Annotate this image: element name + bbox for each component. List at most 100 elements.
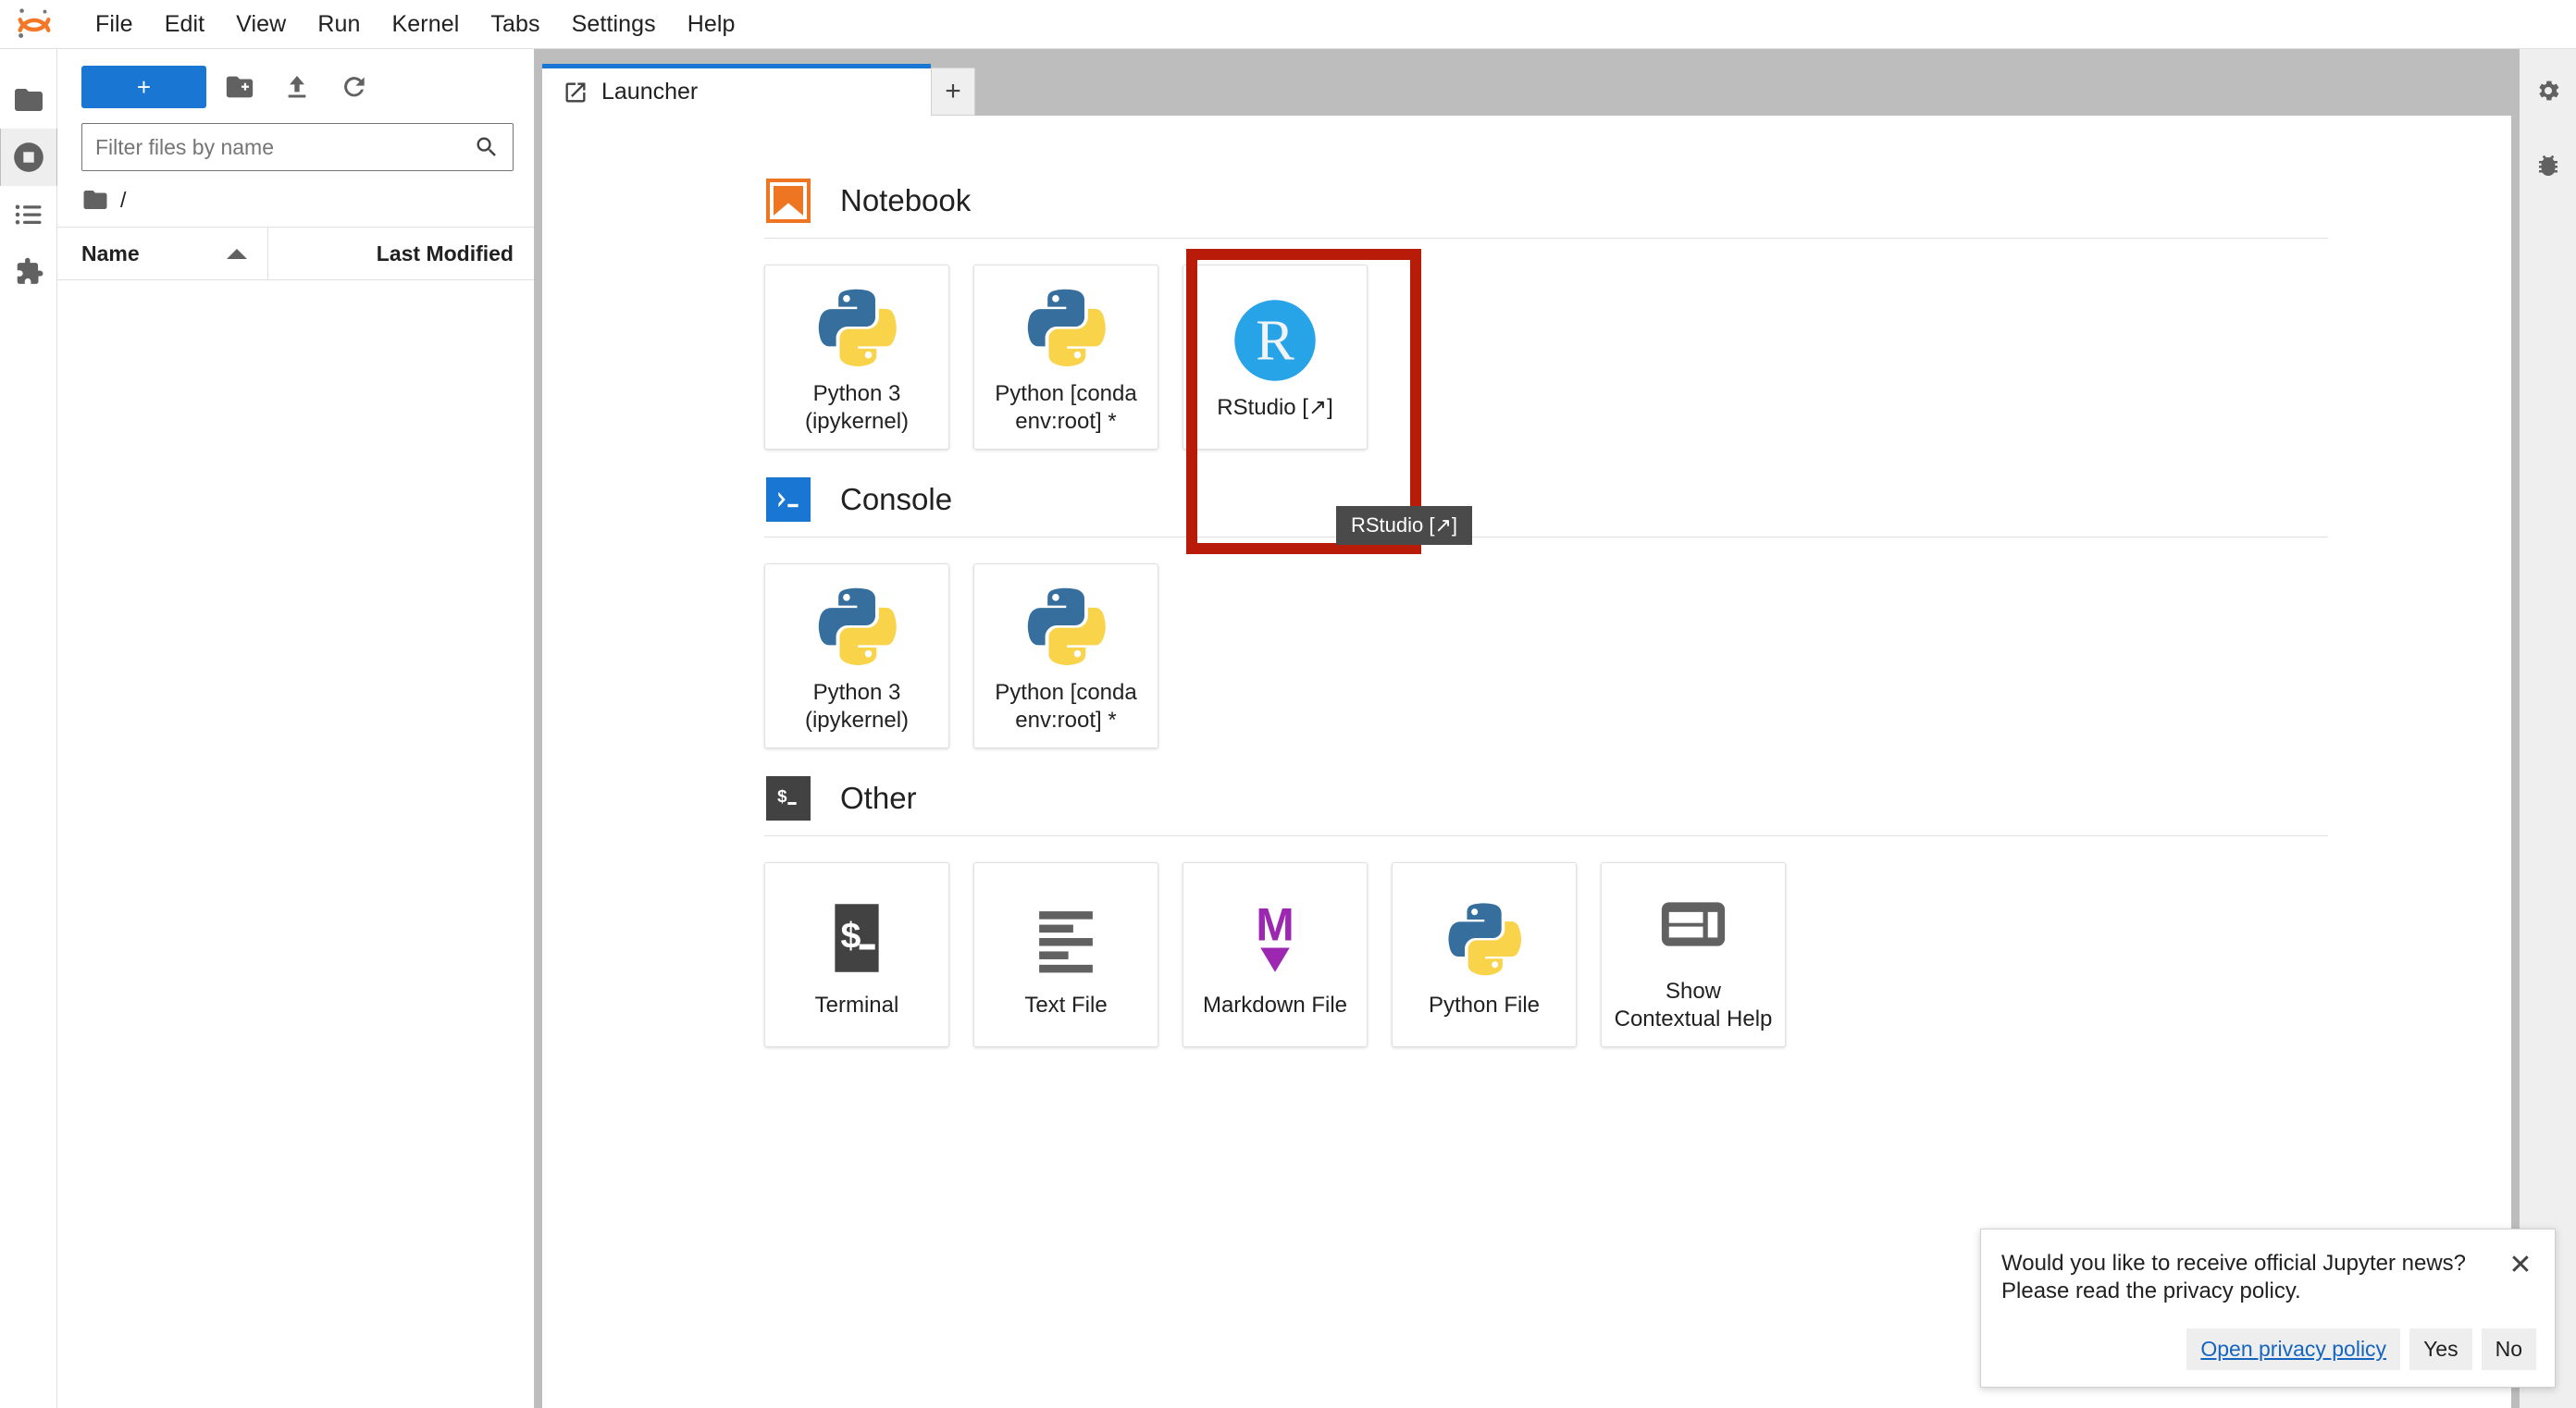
property-inspector-button[interactable] xyxy=(2534,77,2562,109)
svg-text:$: $ xyxy=(840,916,861,957)
file-filter-box[interactable] xyxy=(81,123,514,171)
svg-text:M: M xyxy=(1256,899,1294,951)
menu-item-help[interactable]: Help xyxy=(672,6,751,43)
launcher-card-rstudio[interactable]: R RStudio [↗] xyxy=(1183,265,1368,450)
menu-item-run[interactable]: Run xyxy=(302,6,376,43)
main-dock-area: Launcher + Notebook Python 3 (ipykernel)… xyxy=(535,49,2519,1408)
refresh-button[interactable] xyxy=(330,66,378,108)
markdown-icon: M xyxy=(1236,890,1314,986)
svg-text:R: R xyxy=(1256,307,1294,372)
section-title-other: Other xyxy=(840,781,917,815)
terminal-dollar-icon: $ xyxy=(818,890,896,986)
breadcrumb[interactable]: / xyxy=(57,171,534,227)
jupyterlab-window: File Edit View Run Kernel Tabs Settings … xyxy=(0,0,2576,1408)
launcher-card-text-file[interactable]: Text File xyxy=(973,862,1158,1047)
new-folder-button[interactable] xyxy=(216,66,264,108)
property-inspector-gear-icon xyxy=(2538,80,2558,101)
column-header-last-modified[interactable]: Last Modified xyxy=(268,228,534,279)
launcher-card-label: Python [conda env:root] * xyxy=(995,381,1137,434)
jupyter-news-notification: Would you like to receive official Jupyt… xyxy=(1980,1228,2556,1388)
launcher-panel: Notebook Python 3 (ipykernel) Python [co… xyxy=(542,116,2511,1408)
launcher-card-python-file[interactable]: Python File xyxy=(1392,862,1577,1047)
tab-launcher-label: Launcher xyxy=(601,79,699,105)
refresh-icon xyxy=(344,77,365,97)
menu-item-tabs[interactable]: Tabs xyxy=(475,6,555,43)
console-card-row: Python 3 (ipykernel) Python [conda env:r… xyxy=(764,556,2511,748)
right-activity-bar xyxy=(2519,49,2576,1408)
text-file-icon xyxy=(1027,890,1105,986)
rstudio-r-icon: R xyxy=(1229,292,1321,389)
upload-files-button[interactable] xyxy=(273,66,321,108)
launcher-card-label: Markdown File xyxy=(1202,993,1348,1019)
file-browser-panel: + Filter files by name / Name Last Modif… xyxy=(57,49,535,1408)
jupyter-logo-icon xyxy=(13,3,56,45)
menu-item-file[interactable]: File xyxy=(80,6,149,43)
search-input[interactable] xyxy=(95,134,474,160)
launcher-card-label: Python [conda env:root] * xyxy=(995,680,1137,733)
menu-item-kernel[interactable]: Kernel xyxy=(376,6,475,43)
file-filter-container xyxy=(57,117,534,171)
console-prompt-icon xyxy=(764,476,812,524)
launcher-card-python3-notebook[interactable]: Python 3 (ipykernel) xyxy=(764,265,949,450)
section-header-notebook: Notebook xyxy=(764,156,2511,238)
notification-message: Would you like to receive official Jupyt… xyxy=(2001,1250,2496,1306)
launcher-section-console: Console Python 3 (ipykernel) Python [con… xyxy=(764,455,2511,748)
tab-launcher[interactable]: Launcher xyxy=(542,64,931,116)
debugger-button[interactable] xyxy=(2534,152,2562,184)
rstudio-tooltip: RStudio [↗] xyxy=(1336,506,1473,545)
close-icon[interactable]: ✕ xyxy=(2505,1250,2536,1281)
search-icon xyxy=(477,137,496,156)
launcher-card-show-contextual-help[interactable]: Show Contextual Help xyxy=(1601,862,1786,1047)
launcher-card-label: Python 3 (ipykernel) xyxy=(804,680,910,733)
sidebar-item-file-browser[interactable] xyxy=(0,71,57,129)
launcher-card-terminal[interactable]: $ Terminal xyxy=(764,862,949,1047)
no-button[interactable]: No xyxy=(2481,1328,2536,1370)
menu-item-settings[interactable]: Settings xyxy=(556,6,672,43)
column-header-name-label: Name xyxy=(81,241,140,266)
debugger-bug-icon xyxy=(2538,154,2557,177)
menu-item-edit[interactable]: Edit xyxy=(149,6,220,43)
svg-text:$: $ xyxy=(777,786,787,806)
python-logo-icon xyxy=(1023,278,1108,375)
notebook-bookmark-icon xyxy=(764,177,812,225)
launcher-section-other: $ Other $ Terminal Text File M Markdown … xyxy=(764,754,2511,1047)
column-header-last-modified-label: Last Modified xyxy=(376,241,514,266)
menu-bar: File Edit View Run Kernel Tabs Settings … xyxy=(0,0,2576,49)
sidebar-item-extension-manager[interactable] xyxy=(0,243,57,301)
file-list[interactable] xyxy=(57,280,534,1408)
section-divider xyxy=(764,835,2328,836)
open-privacy-policy-link[interactable]: Open privacy policy xyxy=(2186,1328,2401,1370)
section-header-other: $ Other xyxy=(764,754,2511,835)
python-logo-icon xyxy=(814,577,899,673)
launcher-card-label: RStudio [↗] xyxy=(1217,395,1333,421)
sidebar-item-commands[interactable] xyxy=(0,186,57,243)
section-title-notebook: Notebook xyxy=(840,183,972,217)
python-logo-icon xyxy=(1444,890,1524,986)
launcher-section-notebook: Notebook Python 3 (ipykernel) Python [co… xyxy=(764,156,2511,450)
ascending-caret-icon xyxy=(227,248,247,259)
tab-bar: Launcher + xyxy=(542,56,2511,116)
sidebar-item-running-sessions[interactable] xyxy=(0,129,57,186)
file-browser-toolbar: + xyxy=(57,49,534,117)
upload-icon xyxy=(288,76,306,98)
launcher-card-python-conda-notebook[interactable]: Python [conda env:root] * xyxy=(973,265,1158,450)
yes-button[interactable]: Yes xyxy=(2409,1328,2472,1370)
launcher-card-label: Show Contextual Help xyxy=(1614,979,1773,1031)
section-title-console: Console xyxy=(840,482,953,516)
menu-item-view[interactable]: View xyxy=(220,6,302,43)
file-list-header: Name Last Modified xyxy=(57,227,534,280)
breadcrumb-path: / xyxy=(120,187,127,212)
notification-line-1: Would you like to receive official Jupyt… xyxy=(2001,1250,2467,1276)
launcher-card-python3-console[interactable]: Python 3 (ipykernel) xyxy=(764,563,949,748)
launcher-card-label: Terminal xyxy=(814,993,899,1019)
column-header-name[interactable]: Name xyxy=(57,228,268,279)
launcher-card-python-conda-console[interactable]: Python [conda env:root] * xyxy=(973,563,1158,748)
notification-body: Would you like to receive official Jupyt… xyxy=(2001,1250,2536,1306)
new-launcher-button[interactable]: + xyxy=(81,66,206,108)
launcher-card-label: Python File xyxy=(1428,993,1541,1019)
folder-icon xyxy=(83,191,107,209)
new-tab-button[interactable]: + xyxy=(931,68,975,116)
section-header-console: Console xyxy=(764,455,2511,537)
launcher-card-markdown-file[interactable]: M Markdown File xyxy=(1183,862,1368,1047)
python-logo-icon xyxy=(814,278,899,375)
